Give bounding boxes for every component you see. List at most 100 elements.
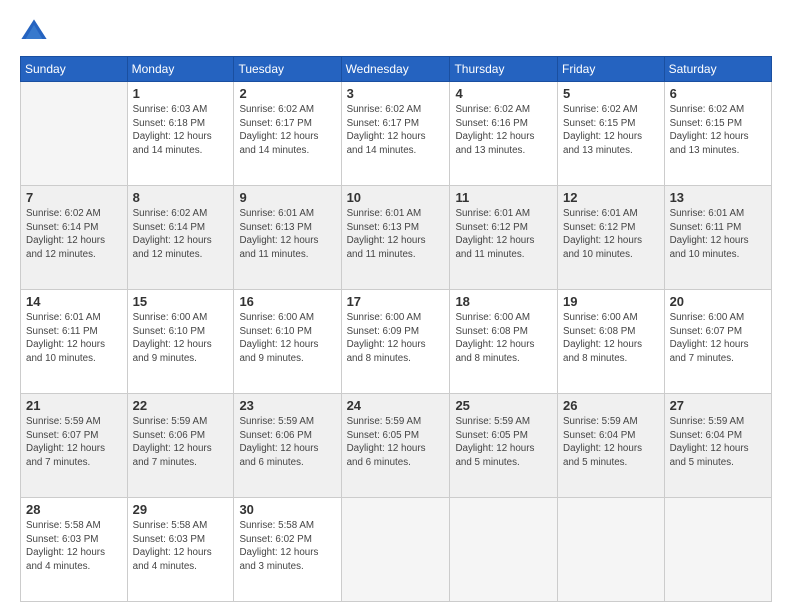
day-cell: 7 Sunrise: 6:02 AM Sunset: 6:14 PM Daylig… (21, 186, 128, 290)
day-number: 5 (563, 86, 659, 101)
day-cell: 15 Sunrise: 6:00 AM Sunset: 6:10 PM Dayli… (127, 290, 234, 394)
day-info: Sunrise: 6:01 AM Sunset: 6:12 PM Dayligh… (563, 207, 659, 262)
day-info: Sunrise: 6:02 AM Sunset: 6:14 PM Dayligh… (133, 207, 229, 262)
day-info: Sunrise: 6:02 AM Sunset: 6:17 PM Dayligh… (347, 103, 445, 158)
day-number: 20 (670, 294, 766, 309)
day-cell: 20 Sunrise: 6:00 AM Sunset: 6:07 PM Dayli… (664, 290, 771, 394)
day-number: 12 (563, 190, 659, 205)
week-row-4: 21 Sunrise: 5:59 AM Sunset: 6:07 PM Dayli… (21, 394, 772, 498)
day-info: Sunrise: 6:03 AM Sunset: 6:18 PM Dayligh… (133, 103, 229, 158)
day-number: 7 (26, 190, 122, 205)
header-cell-thursday: Thursday (450, 57, 558, 82)
day-cell: 9Sunrise: 6:01 AM Sunset: 6:13 PM Daylig… (234, 186, 341, 290)
day-cell: 16 Sunrise: 6:00 AM Sunset: 6:10 PM Dayli… (234, 290, 341, 394)
logo-icon (20, 18, 48, 46)
calendar-header-row: SundayMondayTuesdayWednesdayThursdayFrid… (21, 57, 772, 82)
day-cell: 1 Sunrise: 6:03 AM Sunset: 6:18 PM Daylig… (127, 82, 234, 186)
day-info: Sunrise: 6:00 AM Sunset: 6:09 PM Dayligh… (347, 311, 445, 366)
day-info: Sunrise: 6:00 AM Sunset: 6:10 PM Dayligh… (133, 311, 229, 366)
day-cell: 12 Sunrise: 6:01 AM Sunset: 6:12 PM Dayli… (558, 186, 665, 290)
day-info: Sunrise: 6:00 AM Sunset: 6:08 PM Dayligh… (455, 311, 552, 366)
day-info: Sunrise: 5:58 AM Sunset: 6:03 PM Dayligh… (26, 519, 122, 574)
day-info: Sunrise: 6:01 AM Sunset: 6:13 PM Dayligh… (347, 207, 445, 262)
header-cell-monday: Monday (127, 57, 234, 82)
day-number: 9 (239, 190, 335, 205)
day-cell: 8 Sunrise: 6:02 AM Sunset: 6:14 PM Daylig… (127, 186, 234, 290)
day-cell: 17 Sunrise: 6:00 AM Sunset: 6:09 PM Dayli… (341, 290, 450, 394)
day-cell: 19 Sunrise: 6:00 AM Sunset: 6:08 PM Dayli… (558, 290, 665, 394)
day-cell: 4 Sunrise: 6:02 AM Sunset: 6:16 PM Daylig… (450, 82, 558, 186)
day-cell: 3 Sunrise: 6:02 AM Sunset: 6:17 PM Daylig… (341, 82, 450, 186)
day-cell: 30Sunrise: 5:58 AM Sunset: 6:02 PM Dayli… (234, 498, 341, 602)
day-cell: 25 Sunrise: 5:59 AM Sunset: 6:05 PM Dayli… (450, 394, 558, 498)
day-number: 18 (455, 294, 552, 309)
day-info: Sunrise: 6:02 AM Sunset: 6:14 PM Dayligh… (26, 207, 122, 262)
header-cell-saturday: Saturday (664, 57, 771, 82)
day-number: 28 (26, 502, 122, 517)
header (20, 18, 772, 46)
day-cell: 5 Sunrise: 6:02 AM Sunset: 6:15 PM Daylig… (558, 82, 665, 186)
day-number: 16 (239, 294, 335, 309)
day-cell (450, 498, 558, 602)
day-number: 21 (26, 398, 122, 413)
day-cell: 6Sunrise: 6:02 AM Sunset: 6:15 PM Daylig… (664, 82, 771, 186)
day-cell: 11 Sunrise: 6:01 AM Sunset: 6:12 PM Dayli… (450, 186, 558, 290)
day-number: 29 (133, 502, 229, 517)
day-number: 23 (239, 398, 335, 413)
week-row-5: 28 Sunrise: 5:58 AM Sunset: 6:03 PM Dayli… (21, 498, 772, 602)
day-info: Sunrise: 6:01 AM Sunset: 6:11 PM Dayligh… (26, 311, 122, 366)
day-info: Sunrise: 6:01 AM Sunset: 6:11 PM Dayligh… (670, 207, 766, 262)
day-number: 11 (455, 190, 552, 205)
day-info: Sunrise: 6:02 AM Sunset: 6:16 PM Dayligh… (455, 103, 552, 158)
week-row-1: 1 Sunrise: 6:03 AM Sunset: 6:18 PM Daylig… (21, 82, 772, 186)
week-row-3: 14 Sunrise: 6:01 AM Sunset: 6:11 PM Dayli… (21, 290, 772, 394)
day-cell: 22Sunrise: 5:59 AM Sunset: 6:06 PM Dayli… (127, 394, 234, 498)
day-info: Sunrise: 6:00 AM Sunset: 6:08 PM Dayligh… (563, 311, 659, 366)
day-number: 4 (455, 86, 552, 101)
day-cell: 14 Sunrise: 6:01 AM Sunset: 6:11 PM Dayli… (21, 290, 128, 394)
day-number: 14 (26, 294, 122, 309)
day-cell: 21 Sunrise: 5:59 AM Sunset: 6:07 PM Dayli… (21, 394, 128, 498)
day-info: Sunrise: 6:01 AM Sunset: 6:12 PM Dayligh… (455, 207, 552, 262)
day-info: Sunrise: 5:58 AM Sunset: 6:03 PM Dayligh… (133, 519, 229, 574)
day-number: 2 (239, 86, 335, 101)
day-cell: 13 Sunrise: 6:01 AM Sunset: 6:11 PM Dayli… (664, 186, 771, 290)
day-info: Sunrise: 6:02 AM Sunset: 6:15 PM Dayligh… (563, 103, 659, 158)
day-info: Sunrise: 6:02 AM Sunset: 6:17 PM Dayligh… (239, 103, 335, 158)
day-cell: 27Sunrise: 5:59 AM Sunset: 6:04 PM Dayli… (664, 394, 771, 498)
day-info: Sunrise: 5:59 AM Sunset: 6:04 PM Dayligh… (563, 415, 659, 470)
day-number: 25 (455, 398, 552, 413)
day-cell (21, 82, 128, 186)
day-cell: 24Sunrise: 5:59 AM Sunset: 6:05 PM Dayli… (341, 394, 450, 498)
day-info: Sunrise: 6:00 AM Sunset: 6:07 PM Dayligh… (670, 311, 766, 366)
day-number: 26 (563, 398, 659, 413)
header-cell-wednesday: Wednesday (341, 57, 450, 82)
day-cell: 26 Sunrise: 5:59 AM Sunset: 6:04 PM Dayli… (558, 394, 665, 498)
day-info: Sunrise: 5:59 AM Sunset: 6:06 PM Dayligh… (239, 415, 335, 470)
day-cell: 23 Sunrise: 5:59 AM Sunset: 6:06 PM Dayli… (234, 394, 341, 498)
day-cell (558, 498, 665, 602)
page: SundayMondayTuesdayWednesdayThursdayFrid… (0, 0, 792, 612)
day-number: 19 (563, 294, 659, 309)
header-cell-friday: Friday (558, 57, 665, 82)
day-cell: 18 Sunrise: 6:00 AM Sunset: 6:08 PM Dayli… (450, 290, 558, 394)
day-info: Sunrise: 5:59 AM Sunset: 6:05 PM Dayligh… (347, 415, 445, 470)
day-number: 10 (347, 190, 445, 205)
day-info: Sunrise: 5:59 AM Sunset: 6:07 PM Dayligh… (26, 415, 122, 470)
day-info: Sunrise: 5:59 AM Sunset: 6:05 PM Dayligh… (455, 415, 552, 470)
day-info: Sunrise: 6:00 AM Sunset: 6:10 PM Dayligh… (239, 311, 335, 366)
day-info: Sunrise: 5:59 AM Sunset: 6:06 PM Dayligh… (133, 415, 229, 470)
day-cell (341, 498, 450, 602)
day-number: 6 (670, 86, 766, 101)
day-number: 15 (133, 294, 229, 309)
day-number: 13 (670, 190, 766, 205)
header-cell-tuesday: Tuesday (234, 57, 341, 82)
day-number: 8 (133, 190, 229, 205)
logo (20, 18, 52, 46)
day-cell: 2 Sunrise: 6:02 AM Sunset: 6:17 PM Daylig… (234, 82, 341, 186)
day-number: 17 (347, 294, 445, 309)
day-cell: 29 Sunrise: 5:58 AM Sunset: 6:03 PM Dayli… (127, 498, 234, 602)
calendar-table: SundayMondayTuesdayWednesdayThursdayFrid… (20, 56, 772, 602)
day-number: 3 (347, 86, 445, 101)
day-number: 1 (133, 86, 229, 101)
